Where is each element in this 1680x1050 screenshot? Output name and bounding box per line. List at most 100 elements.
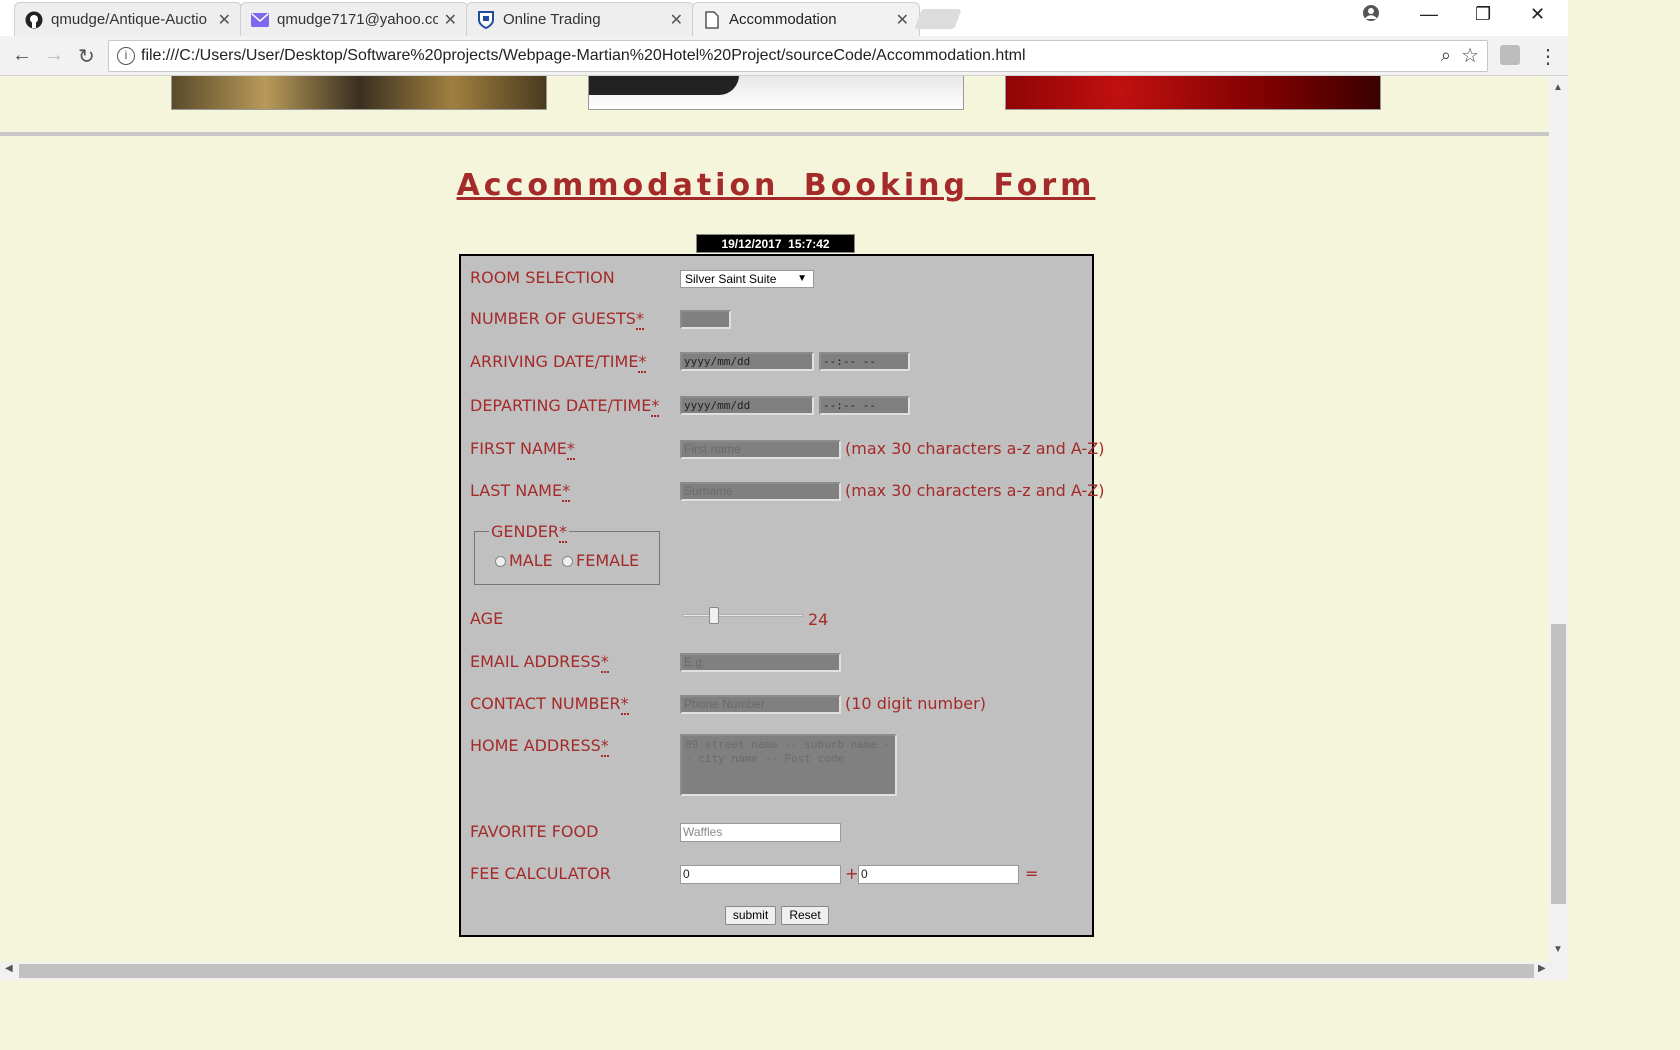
- scroll-up-icon[interactable]: ▲: [1553, 82, 1563, 93]
- submit-button[interactable]: submit: [725, 906, 776, 925]
- required-marker: *: [638, 352, 647, 373]
- fee-calculator-label: FEE CALCULATOR: [470, 864, 611, 883]
- profile-icon[interactable]: [1362, 4, 1380, 27]
- plus-sign: +: [845, 864, 859, 883]
- room-selection-select[interactable]: Silver Saint Suite ▼: [680, 270, 814, 288]
- extension-icon[interactable]: [1500, 45, 1520, 65]
- menu-icon[interactable]: ⋮: [1538, 44, 1558, 69]
- email-input[interactable]: E.g.: [680, 653, 841, 672]
- page-title: Accommodation Booking Form: [456, 168, 1096, 203]
- tab-title: qmudge/Antique-Auctio: [51, 11, 207, 28]
- gender-fieldset: GENDER* MALE FEMALE: [474, 522, 660, 585]
- email-label-text: EMAIL ADDRESS: [470, 652, 601, 671]
- scroll-down-icon[interactable]: ▼: [1553, 944, 1563, 955]
- zoom-icon[interactable]: ⌕: [1441, 45, 1451, 66]
- gender-female-radio[interactable]: [562, 556, 573, 567]
- tab-title: qmudge7171@yahoo.co: [277, 11, 438, 28]
- last-name-input[interactable]: Surname: [680, 482, 841, 501]
- forward-icon[interactable]: →: [44, 44, 64, 67]
- departing-date-input[interactable]: yyyy/mm/dd: [680, 396, 814, 415]
- age-value: 24: [808, 610, 829, 629]
- browser-toolbar: ← → ↻ i file:///C:/Users/User/Desktop/So…: [0, 36, 1568, 76]
- guests-label-text: NUMBER OF GUESTS: [470, 309, 636, 328]
- equals-sign: =: [1025, 864, 1039, 883]
- guests-label: NUMBER OF GUESTS*: [470, 309, 644, 330]
- reset-button[interactable]: Reset: [781, 906, 829, 925]
- restore-icon[interactable]: ❐: [1475, 4, 1491, 25]
- banner-image-new-year: [171, 76, 547, 110]
- contact-input[interactable]: Phone Number: [680, 695, 841, 714]
- info-icon[interactable]: i: [117, 47, 135, 65]
- email-label: EMAIL ADDRESS*: [470, 652, 609, 673]
- close-icon[interactable]: ✕: [218, 10, 231, 30]
- last-name-hint: (max 30 characters a-z and A-Z): [845, 481, 1105, 500]
- window-close-icon[interactable]: ✕: [1530, 4, 1545, 25]
- departing-label-text: DEPARTING DATE/TIME: [470, 396, 652, 415]
- age-label: AGE: [470, 609, 504, 628]
- contact-hint: (10 digit number): [845, 694, 986, 713]
- scroll-left-icon[interactable]: ◀: [5, 963, 13, 974]
- scroll-right-icon[interactable]: ▶: [1538, 963, 1546, 974]
- back-icon[interactable]: ←: [12, 44, 32, 67]
- url-text: file:///C:/Users/User/Desktop/Software%2…: [141, 47, 1026, 64]
- tab-github[interactable]: qmudge/Antique-Auctio ✕: [14, 2, 242, 36]
- arriving-label: ARRIVING DATE/TIME*: [470, 352, 647, 373]
- close-icon[interactable]: ✕: [896, 10, 909, 30]
- required-marker: *: [635, 309, 644, 330]
- arriving-time-input[interactable]: --:-- --: [819, 352, 910, 371]
- arriving-date-input[interactable]: yyyy/mm/dd: [680, 352, 814, 371]
- reload-icon[interactable]: ↻: [78, 44, 95, 69]
- last-name-label: LAST NAME*: [470, 481, 571, 502]
- contact-label: CONTACT NUMBER*: [470, 694, 629, 715]
- minimize-icon[interactable]: —: [1420, 4, 1438, 25]
- required-marker: *: [562, 481, 571, 502]
- close-icon[interactable]: ✕: [670, 10, 683, 30]
- gender-female-label: FEMALE: [576, 551, 640, 570]
- vertical-scroll-thumb[interactable]: [1551, 624, 1566, 904]
- fee-input-a[interactable]: 0: [680, 865, 841, 884]
- horizontal-scrollbar[interactable]: ◀ ▶: [0, 962, 1568, 980]
- first-name-label: FIRST NAME*: [470, 439, 575, 460]
- date-time-clock: 19/12/2017 15:7:42: [696, 234, 855, 253]
- room-selection-value: Silver Saint Suite: [685, 272, 777, 286]
- browser-tab-strip: qmudge/Antique-Auctio ✕ qmudge7171@yahoo…: [0, 0, 1568, 36]
- page-viewport: Accommodation Booking Form 19/12/2017 15…: [0, 76, 1549, 962]
- mail-icon: [251, 11, 269, 29]
- gender-legend: GENDER*: [489, 522, 570, 543]
- guests-input[interactable]: [680, 310, 731, 329]
- banner-image-roses: [1005, 76, 1381, 110]
- age-slider-thumb[interactable]: [708, 607, 719, 624]
- favorite-food-label: FAVORITE FOOD: [470, 822, 599, 841]
- home-address-label-text: HOME ADDRESS: [470, 736, 601, 755]
- gender-male-radio[interactable]: [495, 556, 506, 567]
- bookmark-star-icon[interactable]: ☆: [1461, 43, 1479, 68]
- page-icon: [703, 10, 721, 29]
- home-address-textarea[interactable]: 09 street name -- suburb name -- city na…: [680, 734, 897, 796]
- required-marker: *: [620, 694, 629, 715]
- required-marker: *: [600, 652, 609, 673]
- contact-label-text: CONTACT NUMBER: [470, 694, 621, 713]
- close-icon[interactable]: ✕: [444, 10, 457, 30]
- room-selection-label: ROOM SELECTION: [470, 268, 615, 287]
- tab-accommodation[interactable]: Accommodation ✕: [692, 2, 920, 36]
- departing-time-input[interactable]: --:-- --: [819, 396, 910, 415]
- first-name-label-text: FIRST NAME: [470, 439, 567, 458]
- required-marker: *: [651, 396, 660, 417]
- horizontal-rule: [0, 132, 1549, 136]
- fee-input-b[interactable]: 0: [858, 865, 1019, 884]
- first-name-input[interactable]: First name: [680, 440, 841, 459]
- arriving-label-text: ARRIVING DATE/TIME: [470, 352, 639, 371]
- required-marker: *: [600, 736, 609, 757]
- tab-title: Accommodation: [729, 11, 837, 28]
- gender-male-label: MALE: [509, 551, 553, 570]
- booking-form: ROOM SELECTION Silver Saint Suite ▼ NUMB…: [459, 254, 1105, 937]
- required-marker: *: [566, 439, 575, 460]
- vertical-scrollbar[interactable]: ▲ ▼: [1549, 76, 1568, 962]
- new-tab-button[interactable]: [914, 9, 962, 29]
- tab-mail[interactable]: qmudge7171@yahoo.co ✕: [240, 2, 468, 36]
- age-slider[interactable]: [682, 614, 803, 617]
- tab-online-trading[interactable]: Online Trading ✕: [466, 2, 694, 36]
- favorite-food-input[interactable]: Waffles: [680, 823, 841, 842]
- horizontal-scroll-thumb[interactable]: [19, 964, 1534, 978]
- address-bar[interactable]: i file:///C:/Users/User/Desktop/Software…: [108, 40, 1488, 72]
